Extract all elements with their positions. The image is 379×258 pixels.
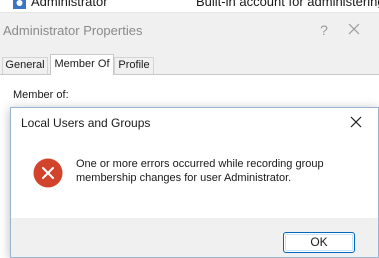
ok-button[interactable]: OK	[283, 232, 355, 253]
dialog-title: Local Users and Groups	[21, 116, 151, 130]
tab-profile[interactable]: Profile	[114, 57, 154, 74]
member-of-label: Member of:	[13, 89, 69, 101]
user-icon	[13, 0, 26, 9]
error-dialog: Local Users and Groups One or more error…	[10, 107, 379, 258]
properties-title: Administrator Properties	[3, 23, 143, 38]
error-message: One or more errors occurred while record…	[76, 158, 324, 184]
properties-close-icon[interactable]	[346, 21, 362, 37]
dialog-titlebar: Local Users and Groups	[11, 108, 378, 136]
tab-member-of[interactable]: Member Of	[50, 54, 114, 75]
properties-titlebar: Administrator Properties ?	[0, 13, 379, 47]
dialog-close-icon[interactable]	[349, 115, 363, 129]
help-button[interactable]: ?	[318, 22, 330, 38]
dialog-body: One or more errors occurred while record…	[11, 136, 378, 218]
error-icon	[33, 158, 63, 188]
user-list: Administrator Built-in account for admin…	[0, 0, 379, 13]
user-list-name[interactable]: Administrator	[31, 0, 108, 10]
user-list-description: Built-in account for administering...	[196, 0, 379, 9]
tab-general[interactable]: General	[2, 57, 48, 74]
dialog-footer: OK	[11, 218, 378, 257]
tab-strip: General Member Of Profile	[0, 54, 379, 75]
